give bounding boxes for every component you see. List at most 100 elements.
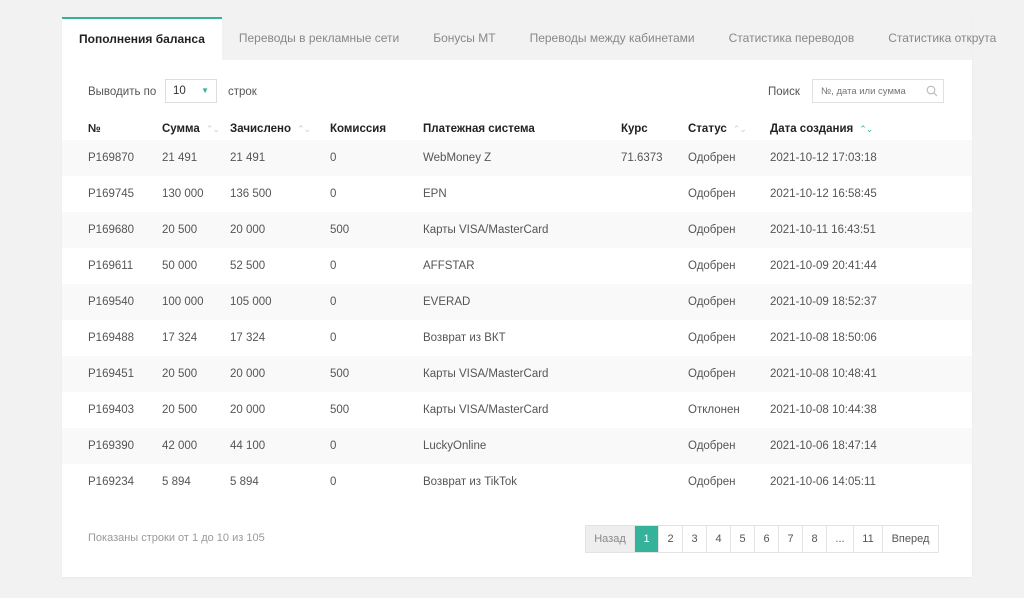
cell-payment-system: EVERAD: [423, 284, 621, 320]
tab-transfer-stats[interactable]: Статистика переводов: [712, 17, 872, 60]
chevron-down-icon: ▼: [201, 86, 209, 95]
sort-icon: ⌃⌄: [296, 123, 311, 134]
cell-status: Одобрен: [688, 284, 770, 320]
cell-status: Одобрен: [688, 356, 770, 392]
transactions-table: № Сумма ⌃⌄ Зачислено ⌃⌄ Комиссия Платежная…: [62, 117, 972, 500]
col-status[interactable]: Статус ⌃⌄: [688, 117, 770, 140]
cell-commission: 500: [330, 404, 350, 416]
col-amount[interactable]: Сумма ⌃⌄: [162, 117, 230, 140]
tab-cabinet-transfers[interactable]: Переводы между кабинетами: [513, 17, 712, 60]
cell-status: Одобрен: [688, 476, 736, 488]
page-button-5[interactable]: 5: [731, 526, 755, 552]
page-button-4[interactable]: 4: [707, 526, 731, 552]
cell-credited: 136 500: [230, 188, 272, 200]
page-button-8[interactable]: 8: [803, 526, 827, 552]
table-row: P169540 100 000 105 000 0 EVERAD Одобрен…: [62, 284, 972, 320]
col-number: №: [88, 122, 101, 135]
cell-payment-system: WebMoney Z: [423, 140, 621, 176]
table-row: P169403 20 500 20 000 500 Карты VISA/Mas…: [62, 392, 972, 428]
page-button-11[interactable]: 11: [853, 526, 883, 552]
cell-commission: 0: [330, 140, 423, 176]
search-icon[interactable]: [926, 85, 938, 97]
page-button-6[interactable]: 6: [755, 526, 779, 552]
balance-panel: Пополнения баланса Переводы в рекламные …: [62, 17, 996, 577]
cell-created: 2021-10-08 18:50:06: [770, 332, 877, 344]
rows-per-page-label: Выводить по: [88, 86, 157, 98]
cell-commission: 500: [330, 212, 423, 248]
cell-commission: 0: [330, 332, 337, 344]
cell-status: Отклонен: [688, 404, 740, 416]
cell-amount: 21 491: [162, 140, 230, 176]
rows-suffix-label: строк: [228, 86, 257, 98]
col-rate: Курс: [621, 122, 648, 135]
cell-commission: 0: [330, 428, 423, 464]
cell-rate: [621, 356, 688, 392]
cell-rate: [621, 284, 688, 320]
cell-id: P169488: [88, 332, 135, 344]
sort-icon: ⌃⌄: [205, 123, 220, 134]
table-header: № Сумма ⌃⌄ Зачислено ⌃⌄ Комиссия Платежная…: [62, 117, 972, 140]
cell-status: Одобрен: [688, 260, 736, 272]
rows-per-page-select[interactable]: 10 ▼: [165, 79, 217, 103]
cell-amount: 100 000: [162, 284, 230, 320]
cell-status: Одобрен: [688, 188, 736, 200]
col-payment-system: Платежная система: [423, 122, 535, 135]
cell-id: P169540: [62, 284, 162, 320]
cell-created: 2021-10-12 17:03:18: [770, 140, 972, 176]
tab-spend-stats[interactable]: Статистика открута: [871, 17, 1013, 60]
pagination-ellipsis: ...: [835, 533, 845, 545]
cell-amount: 5 894: [162, 476, 191, 488]
cell-amount: 50 000: [162, 260, 198, 272]
page-button-3[interactable]: 3: [683, 526, 707, 552]
tab-balance-topups[interactable]: Пополнения баланса: [62, 17, 222, 60]
next-page-button[interactable]: Вперед: [883, 526, 938, 552]
cell-rate: [621, 464, 688, 500]
sort-icon: ⌃⌄: [859, 123, 873, 134]
prev-page-button[interactable]: Назад: [586, 526, 635, 552]
table-row: P169870 21 491 21 491 0 WebMoney Z 71.63…: [62, 140, 972, 176]
tab-ad-network-transfers[interactable]: Переводы в рекламные сети: [222, 17, 416, 60]
cell-status: Одобрен: [688, 332, 736, 344]
cell-id: P169403: [88, 404, 135, 416]
cell-amount: 130 000: [162, 188, 204, 200]
cell-commission: 500: [330, 356, 423, 392]
cell-credited: 105 000: [230, 284, 330, 320]
cell-credited: 52 500: [230, 260, 266, 272]
cell-id: P169870: [62, 140, 162, 176]
cell-status: Одобрен: [688, 428, 770, 464]
cell-credited: 5 894: [230, 476, 259, 488]
cell-payment-system: Возврат из TikTok: [423, 476, 518, 488]
cell-status: Одобрен: [688, 140, 770, 176]
col-credited[interactable]: Зачислено ⌃⌄: [230, 117, 330, 140]
sort-icon: ⌃⌄: [732, 123, 747, 134]
col-created-date[interactable]: Дата создания ⌃⌄: [770, 117, 972, 140]
cell-created: 2021-10-12 16:58:45: [770, 188, 877, 200]
page-button-1[interactable]: 1: [635, 526, 659, 552]
search-input[interactable]: [812, 79, 944, 103]
search-label: Поиск: [768, 86, 800, 98]
table-row: P169680 20 500 20 000 500 Карты VISA/Mas…: [62, 212, 972, 248]
cell-rate: [621, 428, 688, 464]
page-button-2[interactable]: 2: [659, 526, 683, 552]
table-row: P169745 130 000 136 500 0 EPN Одобрен 20…: [62, 176, 972, 212]
cell-id: P169390: [62, 428, 162, 464]
page-button-7[interactable]: 7: [779, 526, 803, 552]
cell-rate: [621, 212, 688, 248]
cell-payment-system: EPN: [423, 188, 447, 200]
cell-credited: 17 324: [230, 332, 266, 344]
rows-shown-info: Показаны строки от 1 до 10 из 105: [88, 532, 265, 544]
cell-amount: 20 500: [162, 356, 230, 392]
cell-payment-system: AFFSTAR: [423, 260, 475, 272]
cell-commission: 0: [330, 284, 423, 320]
tab-bar: Пополнения баланса Переводы в рекламные …: [62, 17, 996, 60]
cell-rate: [621, 248, 688, 284]
cell-id: P169611: [88, 260, 134, 272]
tab-mt-bonuses[interactable]: Бонусы МТ: [416, 17, 512, 60]
cell-amount: 17 324: [162, 332, 198, 344]
cell-id: P169451: [62, 356, 162, 392]
cell-id: P169234: [88, 476, 135, 488]
cell-status: Одобрен: [688, 212, 770, 248]
cell-rate: [621, 176, 688, 212]
cell-rate: [621, 320, 688, 356]
cell-credited: 20 000: [230, 356, 330, 392]
